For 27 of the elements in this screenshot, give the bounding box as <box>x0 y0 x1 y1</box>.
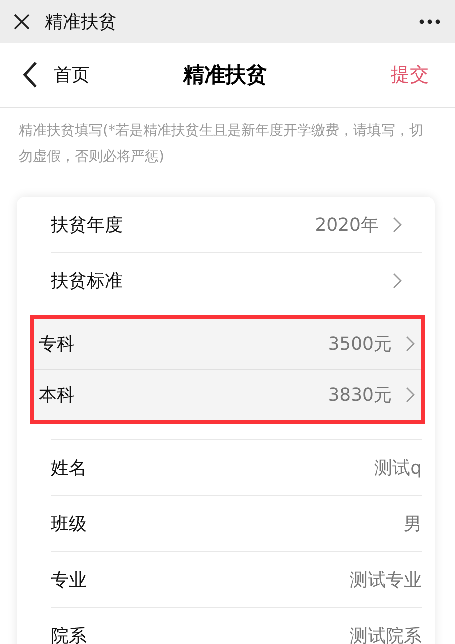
hint-text: 精准扶贫填写(*若是精准扶贫生且是新年度开学缴费，请填写，切勿虚假，否则必将严惩) <box>18 122 424 167</box>
chevron-icon[interactable] <box>406 336 415 352</box>
field-label: 扶贫标准 <box>51 270 124 292</box>
chevron-icon[interactable] <box>406 387 415 403</box>
back-link[interactable]: 首页 <box>54 63 90 87</box>
page-title: 精准扶贫 <box>184 62 268 89</box>
field-value[interactable]: 测试院系 <box>350 624 422 644</box>
close-icon[interactable] <box>13 12 31 30</box>
back-icon[interactable] <box>22 61 38 89</box>
option-label[interactable]: 专科 <box>39 332 328 356</box>
field-value[interactable]: 测试专业 <box>350 568 422 592</box>
more-icon[interactable] <box>419 18 441 24</box>
chevron-icon[interactable] <box>393 272 402 288</box>
field-value[interactable]: 测试q <box>374 456 422 480</box>
submit-link[interactable]: 提交 <box>329 62 429 88</box>
field-label: 院系 <box>51 624 88 644</box>
field-value[interactable]: 男 <box>404 512 422 536</box>
field-value[interactable]: 2020年 <box>315 212 379 236</box>
option-label[interactable]: 本科 <box>39 383 328 407</box>
field-label: 班级 <box>51 512 88 536</box>
field-label: 专业 <box>51 568 88 592</box>
chevron-icon[interactable] <box>393 216 402 232</box>
option-value: 3830元 <box>328 384 392 407</box>
option-value: 3500元 <box>328 333 392 356</box>
field-label: 扶贫年度 <box>51 214 124 236</box>
window-title: 精准扶贫 <box>45 10 118 34</box>
field-label: 姓名 <box>51 456 88 480</box>
